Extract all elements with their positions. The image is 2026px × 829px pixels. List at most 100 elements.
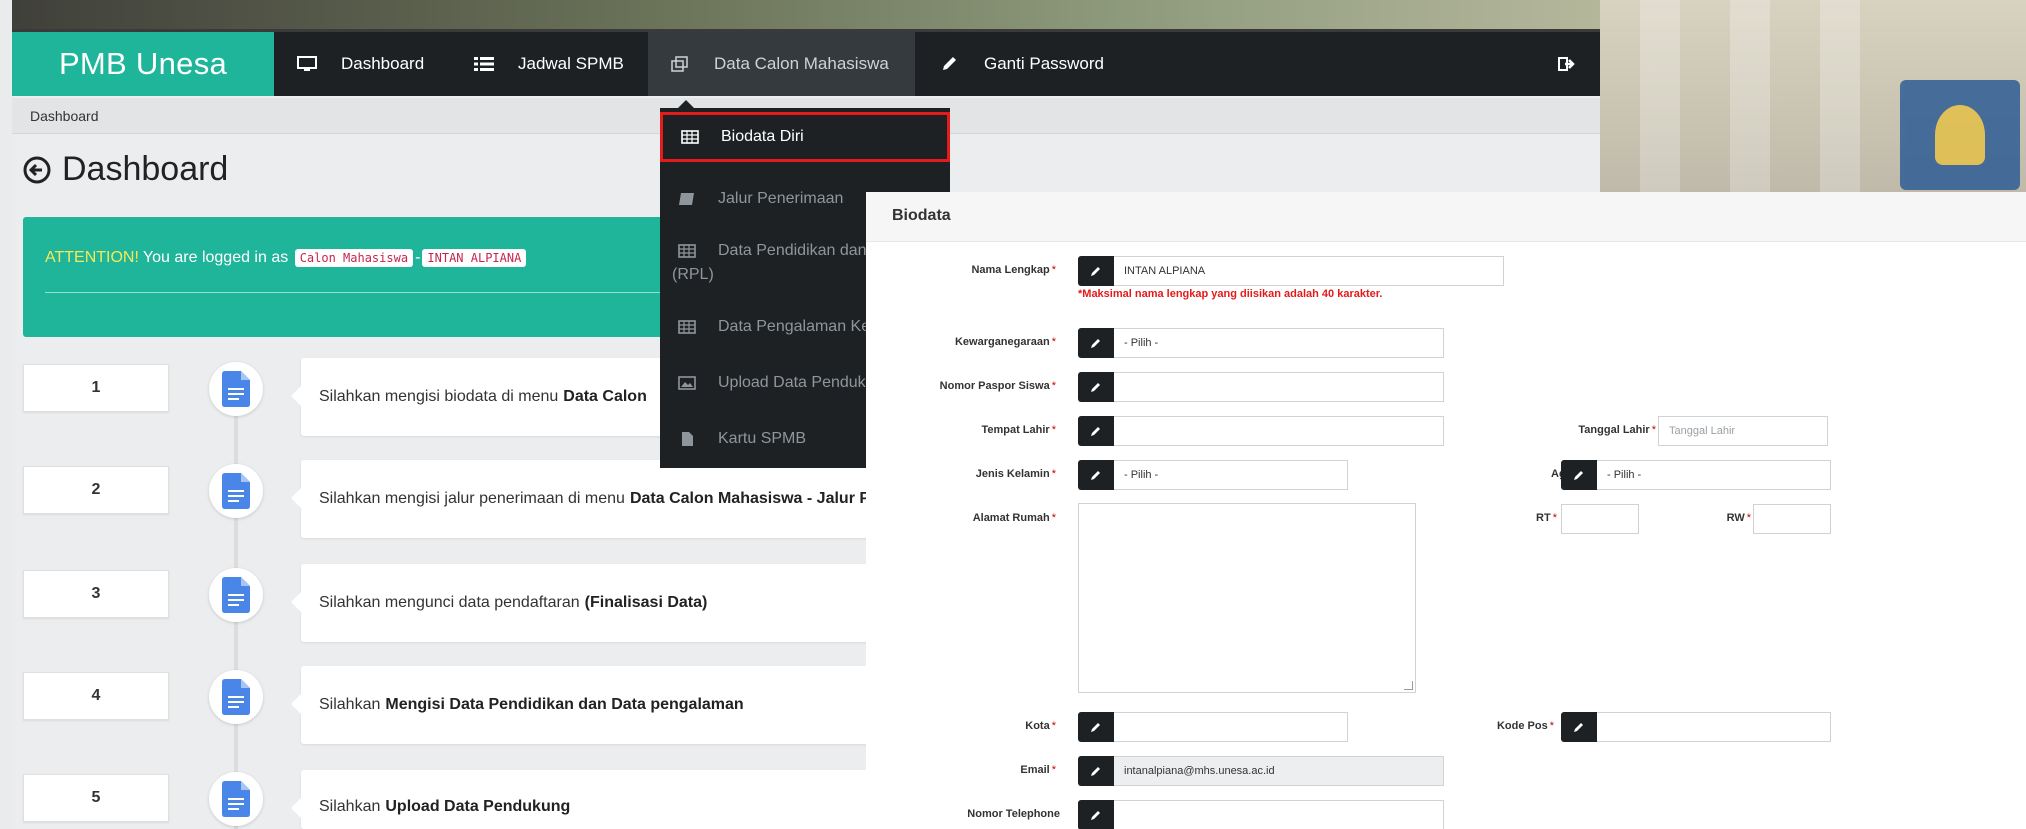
edit-icon-button[interactable] [1078, 460, 1114, 490]
nav-dashboard[interactable]: Dashboard [297, 32, 424, 96]
brand-logo[interactable]: PMB Unesa [12, 32, 274, 96]
dropdown-item-label: Upload Data Pendukun [718, 374, 884, 391]
alamat-rumah-textarea[interactable] [1078, 503, 1416, 693]
unesa-emblem [1900, 80, 2020, 190]
breadcrumb-item[interactable]: Dashboard [30, 108, 99, 124]
edit-icon-button[interactable] [1078, 712, 1114, 742]
table-icon [681, 130, 699, 144]
nav-data-calon-label: Data Calon Mahasiswa [714, 54, 889, 73]
dropdown-item-label: Kartu SPMB [718, 430, 807, 447]
background-photo [1600, 0, 2026, 200]
tanggal-lahir-input[interactable]: Tanggal Lahir [1658, 416, 1828, 446]
nama-lengkap-input[interactable]: INTAN ALPIANA [1114, 256, 1504, 286]
logout-icon[interactable] [1558, 55, 1576, 73]
kode-pos-label: Kode Pos * [1496, 720, 1554, 732]
circle-arrow-left-icon [23, 156, 51, 183]
step-number: 3 [23, 570, 169, 618]
header-banner [12, 0, 1600, 32]
step-text: Silahkan mengunci data pendaftaran [319, 594, 580, 611]
step-bold: Data Calon Mahasiswa - Jalur P [629, 490, 871, 507]
nama-length-warning: *Maksimal nama lengkap yang diisikan ada… [1078, 288, 1383, 300]
table-icon [678, 320, 696, 334]
nomor-paspor-input[interactable] [1114, 372, 1444, 402]
step-text: Silahkan [319, 696, 381, 713]
edit-icon-button[interactable] [1078, 328, 1114, 358]
user-badge: INTAN ALPIANA [422, 249, 527, 267]
dropdown-item-label: (RPL) [672, 266, 714, 283]
step-bold: Data Calon [563, 388, 647, 405]
tempat-lahir-label: Tempat Lahir * [981, 424, 1056, 436]
pencil-icon [943, 57, 956, 70]
rw-input[interactable] [1753, 504, 1831, 534]
step-text: Silahkan [319, 798, 381, 815]
nav-dashboard-label: Dashboard [341, 54, 425, 73]
attention-text: You are logged in as [142, 249, 289, 266]
document-icon [209, 772, 263, 826]
document-icon [209, 464, 263, 518]
dropdown-item-biodata-diri[interactable]: Biodata Diri [660, 112, 950, 162]
biodata-panel: Biodata Nama Lengkap * INTAN ALPIANA *Mak… [866, 192, 2026, 829]
kewarganegaraan-select[interactable]: - Pilih - [1114, 328, 1444, 358]
alamat-rumah-label: Alamat Rumah * [972, 512, 1056, 524]
monitor-icon [297, 56, 317, 71]
email-label: Email * [1020, 764, 1056, 776]
nomor-telephone-input[interactable] [1114, 800, 1444, 829]
step-number: 1 [23, 364, 169, 412]
pencil-icon [1091, 471, 1100, 480]
jenis-kelamin-select[interactable]: - Pilih - [1114, 460, 1348, 490]
biodata-header: Biodata [866, 192, 2026, 242]
document-icon [209, 568, 263, 622]
pencil-icon [1091, 427, 1100, 436]
step-text: Silahkan mengisi biodata di menu [319, 388, 559, 405]
nomor-paspor-label: Nomor Paspor Siswa * [939, 380, 1056, 392]
rt-input[interactable] [1561, 504, 1639, 534]
image-icon [678, 376, 696, 390]
step-bold: (Finalisasi Data) [584, 594, 708, 611]
attention-prefix: ATTENTION! [45, 249, 139, 266]
step-number: 2 [23, 466, 169, 514]
list-icon [474, 57, 494, 71]
edit-icon-button[interactable] [1561, 460, 1597, 490]
nama-lengkap-label: Nama Lengkap * [971, 264, 1056, 276]
kota-input[interactable] [1114, 712, 1348, 742]
dropdown-item-label: Jalur Penerimaan [718, 190, 844, 207]
email-input[interactable]: intanalpiana@mhs.unesa.ac.id [1114, 756, 1444, 786]
edit-icon-button[interactable] [1078, 416, 1114, 446]
document-icon [209, 362, 263, 416]
nav-jadwal-spmb[interactable]: Jadwal SPMB [474, 32, 624, 96]
page-title: Dashboard [22, 150, 228, 189]
tanggal-lahir-label: Tanggal Lahir * [1578, 424, 1656, 436]
pencil-icon [1091, 767, 1100, 776]
pencil-icon [1091, 383, 1100, 392]
file-icon [682, 432, 693, 446]
table-icon [678, 244, 696, 258]
pencil-icon [1574, 471, 1583, 480]
tempat-lahir-input[interactable] [1114, 416, 1444, 446]
pencil-icon [1091, 723, 1100, 732]
top-navbar: PMB Unesa Dashboard Jadwal SPMB Data Cal… [12, 32, 1600, 96]
nav-ganti-password[interactable]: Ganti Password [940, 32, 1104, 96]
step-number: 5 [23, 774, 169, 822]
edit-icon-button[interactable] [1078, 256, 1114, 286]
agama-select[interactable]: - Pilih - [1597, 460, 1831, 490]
pencil-icon [1574, 723, 1583, 732]
step-bold: Upload Data Pendukung [385, 798, 571, 815]
nav-data-calon-mahasiswa[interactable]: Data Calon Mahasiswa [648, 32, 915, 96]
step-text: Silahkan mengisi jalur penerimaan di men… [319, 490, 625, 507]
nav-jadwal-label: Jadwal SPMB [518, 54, 624, 73]
edit-icon-button[interactable] [1078, 756, 1114, 786]
pencil-icon [1091, 267, 1100, 276]
kode-pos-input[interactable] [1597, 712, 1831, 742]
rt-label: RT * [1536, 512, 1557, 524]
dropdown-item-label: Biodata Diri [721, 128, 804, 145]
jenis-kelamin-label: Jenis Kelamin * [975, 468, 1056, 480]
role-badge: Calon Mahasiswa [294, 249, 414, 267]
edit-icon-button[interactable] [1078, 800, 1114, 829]
dropdown-item-label: Data Pengalaman Kerj [718, 318, 879, 335]
kewarganegaraan-label: Kewarganegaraan * [954, 336, 1056, 348]
copy-icon [671, 56, 688, 72]
edit-icon-button[interactable] [1078, 372, 1114, 402]
kota-label: Kota * [1025, 720, 1056, 732]
edit-icon-button[interactable] [1561, 712, 1597, 742]
book-icon [679, 193, 694, 205]
